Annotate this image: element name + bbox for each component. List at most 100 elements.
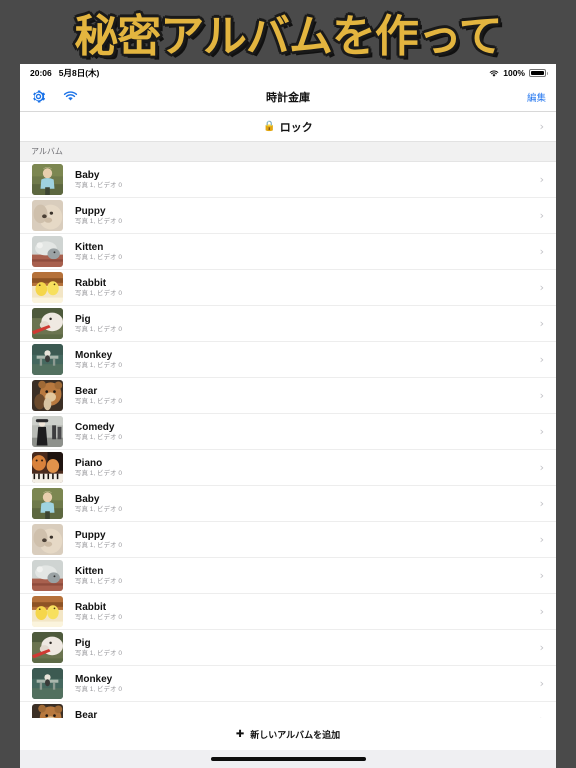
gear-icon[interactable]: [30, 89, 46, 105]
album-subtitle: 写真 1, ビデオ 0: [75, 181, 122, 189]
bear-photo-thumbnail: [32, 380, 63, 411]
album-text-group: Comedy 写真 1, ビデオ 0: [75, 422, 122, 441]
monkey-photo-thumbnail: [32, 668, 63, 699]
album-row[interactable]: Monkey 写真 1, ビデオ 0 ›: [20, 666, 556, 702]
chevron-right-icon: ›: [539, 317, 544, 330]
album-subtitle: 写真 1, ビデオ 0: [75, 397, 122, 405]
status-bar-left: 20:06 5月8日(木): [30, 67, 99, 79]
home-indicator[interactable]: [210, 757, 366, 761]
home-indicator-area: [20, 750, 556, 768]
scroll-content: 🔒 ロック › アルバム Baby 写真 1, ビデオ 0 › Puppy 写真…: [20, 112, 556, 768]
album-row[interactable]: Piano 写真 1, ビデオ 0 ›: [20, 450, 556, 486]
puppy-photo-thumbnail: [32, 200, 63, 231]
album-title: Rabbit: [75, 601, 107, 613]
status-bar-right: 100%: [489, 68, 548, 78]
album-text-group: Bear写真 1, ビデオ 0: [75, 386, 122, 405]
chevron-right-icon: ›: [539, 497, 544, 510]
album-title: Baby: [75, 493, 100, 505]
album-title: Bear: [75, 385, 98, 397]
status-bar-date: 5月8日(木): [58, 68, 100, 78]
plus-icon: ✚: [235, 728, 245, 740]
chevron-right-icon: ›: [539, 641, 544, 654]
album-row[interactable]: Kitten 写真 1, ビデオ 0 ›: [20, 558, 556, 594]
status-bar: 20:06 5月8日(木) 100%: [20, 64, 556, 82]
album-text-group: Bear写真 1, ビデオ 0: [75, 710, 122, 718]
piano-photo-thumbnail: [32, 452, 63, 483]
album-title: Piano: [75, 457, 103, 469]
album-row[interactable]: Baby 写真 1, ビデオ 0 ›: [20, 486, 556, 522]
lock-row-label-group: 🔒 ロック: [263, 119, 312, 135]
album-subtitle: 写真 1, ビデオ 0: [75, 649, 122, 657]
wifi-icon[interactable]: [62, 89, 78, 105]
chevron-right-icon: ›: [539, 209, 544, 222]
album-subtitle: 写真 1, ビデオ 0: [75, 361, 122, 369]
lock-row-label: ロック: [279, 121, 313, 134]
album-text-group: Monkey 写真 1, ビデオ 0: [75, 350, 122, 369]
album-text-group: Piano 写真 1, ビデオ 0: [75, 458, 122, 477]
monkey-photo-thumbnail: [32, 344, 63, 375]
chevron-right-icon: ›: [539, 605, 544, 618]
album-title: Bear: [75, 709, 98, 718]
page-title: 時計金庫: [266, 91, 310, 104]
screenshot-root: 秘密アルバムを作って 20:06 5月8日(木) 100% 時計金庫 編集 🔒 …: [0, 0, 576, 768]
album-text-group: Rabbit 写真 1, ビデオ 0: [75, 602, 122, 621]
album-row[interactable]: Rabbit 写真 1, ビデオ 0 ›: [20, 270, 556, 306]
album-text-group: Baby 写真 1, ビデオ 0: [75, 170, 122, 189]
battery-full-icon: [529, 69, 548, 77]
rabbit-photo-thumbnail: [32, 272, 63, 303]
album-title: Kitten: [75, 565, 104, 577]
album-title: Pig: [75, 637, 91, 649]
album-title: Baby: [75, 169, 100, 181]
album-subtitle: 写真 1, ビデオ 0: [75, 289, 122, 297]
album-title: Kitten: [75, 241, 104, 253]
album-subtitle: 写真 1, ビデオ 0: [75, 505, 122, 513]
wifi-icon: [489, 69, 499, 77]
album-subtitle: 写真 1, ビデオ 0: [75, 469, 122, 477]
bear-photo-thumbnail: [32, 704, 63, 718]
album-title: Monkey: [75, 349, 113, 361]
album-row[interactable]: Comedy 写真 1, ビデオ 0 ›: [20, 414, 556, 450]
album-row[interactable]: Kitten 写真 1, ビデオ 0 ›: [20, 234, 556, 270]
album-title: Comedy: [75, 421, 115, 433]
album-text-group: Rabbit 写真 1, ビデオ 0: [75, 278, 122, 297]
album-subtitle: 写真 1, ビデオ 0: [75, 325, 122, 333]
album-row[interactable]: Baby 写真 1, ビデオ 0 ›: [20, 162, 556, 198]
add-album-label: 新しいアルバムを追加: [250, 729, 341, 740]
album-title: Puppy: [75, 205, 106, 217]
album-row[interactable]: Pig 写真 1, ビデオ 0 ›: [20, 630, 556, 666]
lock-icon: 🔒: [263, 121, 276, 132]
album-title: Rabbit: [75, 277, 107, 289]
album-row[interactable]: Monkey 写真 1, ビデオ 0 ›: [20, 342, 556, 378]
album-text-group: Monkey 写真 1, ビデオ 0: [75, 674, 122, 693]
album-text-group: Kitten 写真 1, ビデオ 0: [75, 566, 122, 585]
album-subtitle: 写真 1, ビデオ 0: [75, 541, 122, 549]
album-row[interactable]: Bear写真 1, ビデオ 0 ›: [20, 378, 556, 414]
album-row[interactable]: Pig 写真 1, ビデオ 0 ›: [20, 306, 556, 342]
section-header-label: アルバム: [31, 147, 63, 156]
pig-photo-thumbnail: [32, 308, 63, 339]
album-row[interactable]: Puppy 写真 1, ビデオ 0 ›: [20, 522, 556, 558]
navigation-bar-left: [30, 89, 78, 105]
chevron-right-icon: ›: [539, 120, 544, 133]
album-row[interactable]: Puppy 写真 1, ビデオ 0 ›: [20, 198, 556, 234]
chevron-right-icon: ›: [539, 353, 544, 366]
album-subtitle: 写真 1, ビデオ 0: [75, 577, 122, 585]
kitten-photo-thumbnail: [32, 236, 63, 267]
chevron-right-icon: ›: [539, 569, 544, 582]
lock-row[interactable]: 🔒 ロック ›: [20, 112, 556, 142]
album-title: Puppy: [75, 529, 106, 541]
album-row[interactable]: Bear写真 1, ビデオ 0 ›: [20, 702, 556, 718]
album-subtitle: 写真 1, ビデオ 0: [75, 253, 122, 261]
album-text-group: Pig 写真 1, ビデオ 0: [75, 314, 122, 333]
album-subtitle: 写真 1, ビデオ 0: [75, 685, 122, 693]
add-album-button[interactable]: ✚ 新しいアルバムを追加: [20, 718, 556, 750]
chevron-right-icon: ›: [539, 461, 544, 474]
chevron-right-icon: ›: [539, 389, 544, 402]
chevron-right-icon: ›: [539, 173, 544, 186]
edit-button[interactable]: 編集: [527, 90, 546, 104]
album-list[interactable]: Baby 写真 1, ビデオ 0 › Puppy 写真 1, ビデオ 0 › Kitte…: [20, 162, 556, 718]
section-header-albums: アルバム: [20, 142, 556, 162]
album-row[interactable]: Rabbit 写真 1, ビデオ 0 ›: [20, 594, 556, 630]
battery-percent-label: 100%: [503, 68, 525, 78]
chevron-right-icon: ›: [539, 677, 544, 690]
